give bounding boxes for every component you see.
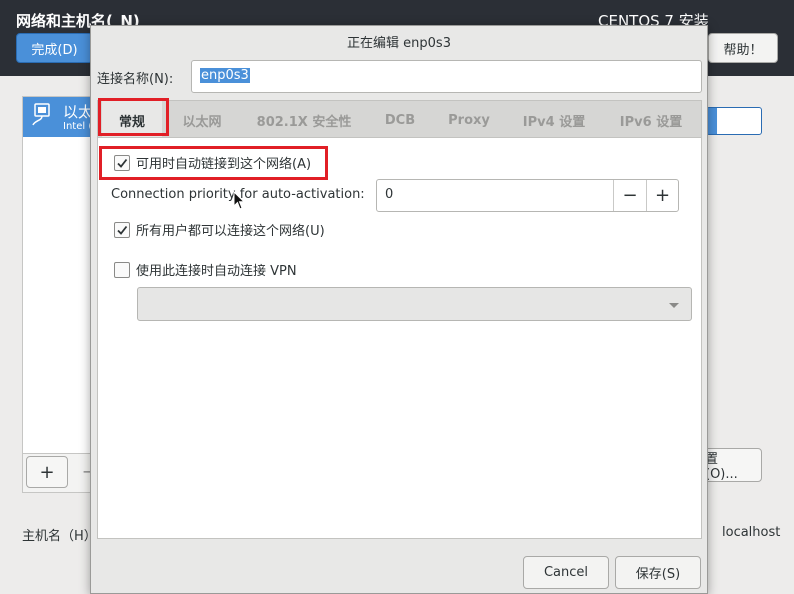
settings-tabs: 常规 以太网 802.1X 安全性 DCB Proxy IPv4 设置 IPv6… bbox=[97, 100, 702, 139]
tab-8021x-label: 802.1X 安全性 bbox=[256, 114, 352, 130]
device-subtitle: Intel ( bbox=[63, 121, 93, 132]
priority-value[interactable]: 0 bbox=[385, 187, 393, 202]
connection-name-value: enp0s3 bbox=[200, 68, 250, 83]
tab-proxy-label: Proxy bbox=[448, 112, 490, 128]
save-button[interactable]: 保存(S) bbox=[615, 556, 701, 589]
add-device-button[interactable]: + bbox=[26, 456, 68, 488]
ethernet-icon bbox=[32, 103, 50, 126]
dialog-title: 正在编辑 enp0s3 bbox=[347, 36, 451, 51]
done-button[interactable]: 完成(D) bbox=[16, 33, 93, 63]
tab-ipv4-label: IPv4 设置 bbox=[522, 114, 586, 130]
checkmark-icon bbox=[117, 225, 128, 235]
general-settings-panel: 可用时自动链接到这个网络(A) Connection priority for … bbox=[97, 137, 702, 539]
priority-increment-button[interactable]: + bbox=[646, 180, 678, 211]
help-button[interactable]: 帮助！ bbox=[708, 33, 778, 63]
all-users-label: 所有用户都可以连接这个网络(U) bbox=[136, 224, 325, 239]
tab-ipv4-settings[interactable]: IPv4 设置 bbox=[510, 101, 598, 139]
vpn-label: 使用此连接时自动连接 VPN bbox=[136, 264, 297, 279]
tab-ethernet[interactable]: 以太网 bbox=[168, 101, 236, 139]
mouse-pointer-icon bbox=[233, 191, 245, 210]
auto-connect-row[interactable]: 可用时自动链接到这个网络(A) bbox=[114, 153, 311, 172]
tab-8021x-security[interactable]: 802.1X 安全性 bbox=[244, 101, 364, 139]
priority-decrement-button[interactable]: − bbox=[613, 180, 646, 211]
tab-ipv6-label: IPv6 设置 bbox=[619, 114, 683, 130]
edit-connection-dialog: 正在编辑 enp0s3 连接名称(N): enp0s3 常规 以太网 802.1… bbox=[90, 25, 708, 594]
active-tab-indicator bbox=[122, 134, 142, 136]
connection-name-input[interactable]: enp0s3 bbox=[191, 60, 702, 93]
hostname-value: localhost bbox=[722, 525, 781, 540]
priority-spinbutton[interactable]: 0 − + bbox=[376, 179, 679, 212]
tab-general[interactable]: 常规 bbox=[102, 101, 162, 139]
checkmark-icon bbox=[117, 158, 128, 168]
vpn-row[interactable]: 使用此连接时自动连接 VPN bbox=[114, 260, 297, 279]
configure-button[interactable]: 置(O)... bbox=[704, 448, 762, 482]
chevron-down-icon bbox=[669, 303, 679, 308]
auto-connect-label: 可用时自动链接到这个网络(A) bbox=[136, 157, 312, 172]
tab-dcb-label: DCB bbox=[384, 112, 416, 128]
tab-proxy[interactable]: Proxy bbox=[436, 101, 502, 139]
device-toggle-switch[interactable] bbox=[706, 107, 762, 135]
hostname-label: 主机名（H） bbox=[22, 529, 97, 544]
tab-dcb[interactable]: DCB bbox=[372, 101, 428, 139]
device-name: 以太 bbox=[63, 103, 94, 121]
cancel-button[interactable]: Cancel bbox=[523, 556, 609, 589]
tab-general-label: 常规 bbox=[118, 114, 145, 130]
connection-name-label: 连接名称(N): bbox=[97, 72, 174, 87]
tab-ipv6-settings[interactable]: IPv6 设置 bbox=[606, 101, 696, 139]
vpn-select[interactable] bbox=[137, 287, 692, 321]
tab-ethernet-label: 以太网 bbox=[182, 114, 222, 130]
auto-connect-checkbox[interactable] bbox=[114, 154, 130, 171]
all-users-row[interactable]: 所有用户都可以连接这个网络(U) bbox=[114, 220, 325, 239]
vpn-checkbox[interactable] bbox=[114, 261, 130, 278]
all-users-checkbox[interactable] bbox=[114, 221, 130, 238]
